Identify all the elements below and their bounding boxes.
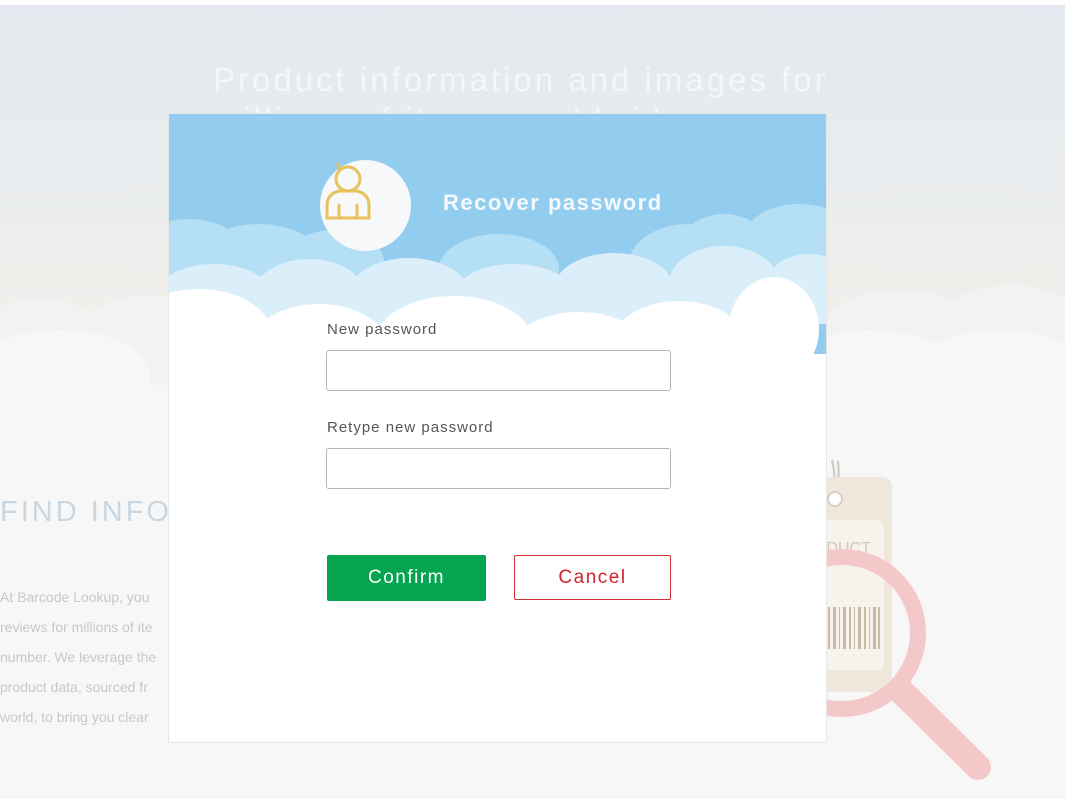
top-edge [0,0,1065,5]
new-password-label: New password [327,321,438,338]
section-text-line: reviews for millions of ite [0,619,153,635]
section-text-line: number. We leverage the [0,649,157,665]
section-text: At Barcode Lookup, you reviews for milli… [0,582,175,732]
product-tag-magnifier-illustration: ODUCT [800,459,991,780]
avatar [320,160,411,251]
dialog-title: Recover password [443,190,663,215]
confirm-button[interactable]: Confirm [327,555,486,601]
section-heading: FIND INFO [0,496,172,528]
user-icon [325,162,371,220]
recover-password-dialog: Recover password New password Retype new… [168,113,827,743]
section-text-line: product data, sourced fr [0,679,148,695]
section-text-line: At Barcode Lookup, you [0,589,150,605]
section-text-line: world, to bring you clear [0,709,149,725]
cancel-button[interactable]: Cancel [514,555,671,600]
new-password-input[interactable] [326,350,671,391]
retype-password-label: Retype new password [327,419,494,436]
retype-password-input[interactable] [326,448,671,489]
